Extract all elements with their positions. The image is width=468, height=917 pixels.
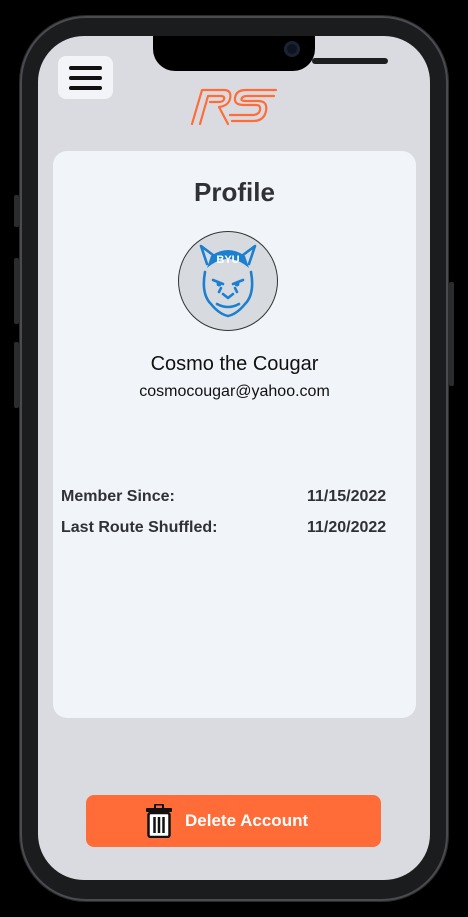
delete-account-button[interactable]: Delete Account bbox=[86, 795, 381, 847]
hamburger-menu-icon bbox=[69, 75, 102, 80]
trash-icon bbox=[146, 804, 172, 838]
side-button-volume-down bbox=[14, 342, 19, 408]
delete-account-label: Delete Account bbox=[185, 811, 309, 830]
rs-logo bbox=[190, 88, 278, 126]
side-button-volume-up bbox=[14, 258, 19, 324]
side-button-power bbox=[449, 282, 454, 386]
last-route-shuffled-label: Last Route Shuffled: bbox=[61, 519, 218, 536]
profile-card: Profile BYU Cosmo the Cougar cosmocougar… bbox=[53, 151, 416, 718]
member-since-label: Member Since: bbox=[61, 488, 175, 505]
member-since-value: 11/15/2022 bbox=[307, 488, 387, 505]
hamburger-menu-icon bbox=[69, 85, 102, 90]
hamburger-menu-button[interactable] bbox=[58, 56, 113, 99]
notch bbox=[153, 36, 388, 71]
hamburger-menu-icon bbox=[69, 65, 102, 70]
earpiece-speaker bbox=[312, 58, 388, 64]
svg-text:BYU: BYU bbox=[216, 254, 239, 266]
avatar: BYU bbox=[178, 231, 278, 331]
user-email: cosmocougar@yahoo.com bbox=[139, 383, 330, 400]
cougar-mascot-icon: BYU bbox=[199, 244, 257, 318]
front-camera bbox=[284, 41, 300, 57]
app-screen: Profile BYU Cosmo the Cougar cosmocougar… bbox=[38, 36, 430, 880]
page-title: Profile bbox=[194, 177, 275, 207]
user-name: Cosmo the Cougar bbox=[150, 353, 319, 375]
last-route-shuffled-value: 11/20/2022 bbox=[307, 519, 387, 536]
side-button-mute bbox=[14, 195, 19, 227]
